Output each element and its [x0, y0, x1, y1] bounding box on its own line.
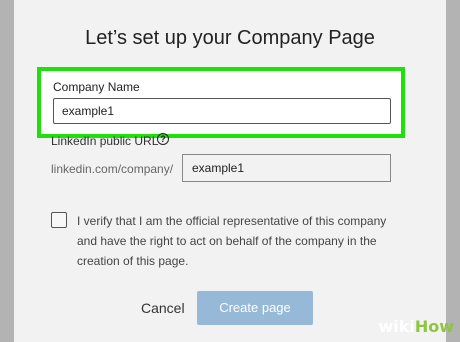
verify-checkbox[interactable] — [51, 212, 67, 228]
company-page-dialog: Let’s set up your Company Page Company N… — [14, 0, 446, 342]
cancel-button[interactable]: Cancel — [141, 300, 185, 316]
public-url-input[interactable]: example1 — [182, 154, 391, 182]
wikihow-watermark: wikiHow — [378, 317, 454, 336]
company-name-input[interactable]: example1 — [53, 98, 391, 124]
verify-text: I verify that I am the official represen… — [77, 214, 387, 268]
watermark-part1: wiki — [378, 317, 415, 336]
dialog-title: Let’s set up your Company Page — [85, 27, 375, 49]
create-page-button[interactable]: Create page — [197, 291, 313, 325]
public-url-label: LinkedIn public URL — [51, 134, 159, 148]
company-name-highlight: Company Name example1 — [37, 67, 405, 138]
watermark-part2: How — [414, 317, 454, 336]
question-circle-icon[interactable]: ? — [157, 133, 169, 145]
company-name-label: Company Name — [53, 80, 140, 94]
url-prefix: linkedin.com/company/ — [51, 162, 174, 176]
